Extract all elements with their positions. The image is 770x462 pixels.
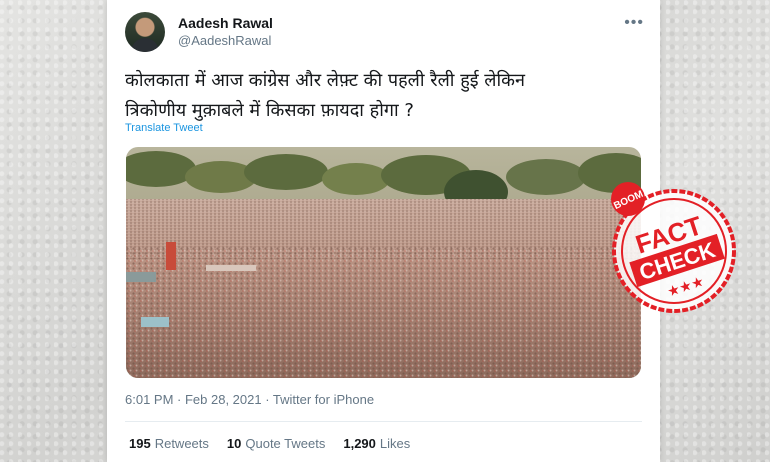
likes-stat[interactable]: 1,290 Likes [343, 436, 410, 451]
quote-tweets-label: Quote Tweets [245, 436, 326, 451]
retweets-count: 195 [129, 436, 151, 451]
tweet-text-line-2: त्रिकोणीय मुक़ाबले में किसका फ़ायदा होगा… [125, 100, 414, 121]
retweets-stat[interactable]: 195 Retweets [129, 436, 209, 451]
translate-tweet-link[interactable]: Translate Tweet [125, 122, 203, 134]
quote-tweets-count: 10 [226, 436, 242, 451]
author-handle[interactable]: @AadeshRawal [178, 33, 271, 48]
tweet-timestamp[interactable]: 6:01 PM · Feb 28, 2021 · Twitter for iPh… [125, 392, 374, 407]
author-name[interactable]: Aadesh Rawal [178, 15, 273, 31]
tweet-stats: 195 Retweets 10 Quote Tweets 1,290 Likes [129, 436, 410, 451]
crowd-photo [126, 147, 641, 378]
tweet-card: Aadesh Rawal @AadeshRawal ••• कोलकाता मे… [107, 0, 660, 462]
avatar-figure [131, 38, 159, 52]
tweet-text: कोलकाता में आज कांग्रेस और लेफ़्ट की पहल… [125, 66, 645, 126]
avatar[interactable] [125, 12, 165, 52]
likes-count: 1,290 [343, 436, 376, 451]
likes-label: Likes [379, 436, 411, 451]
more-horizontal-icon[interactable]: ••• [624, 14, 644, 32]
divider [125, 421, 642, 422]
retweets-label: Retweets [154, 436, 209, 451]
tweet-text-line-1: कोलकाता में आज कांग्रेस और लेफ़्ट की पहल… [125, 70, 525, 91]
quote-tweets-stat[interactable]: 10 Quote Tweets [227, 436, 325, 451]
fact-check-stamp: FACT CHECK ★★★ BOOM [608, 177, 740, 317]
tweet-photo-rally-crowd[interactable] [126, 147, 641, 378]
boom-fact-check-logo: FACT CHECK ★★★ BOOM [611, 182, 736, 313]
